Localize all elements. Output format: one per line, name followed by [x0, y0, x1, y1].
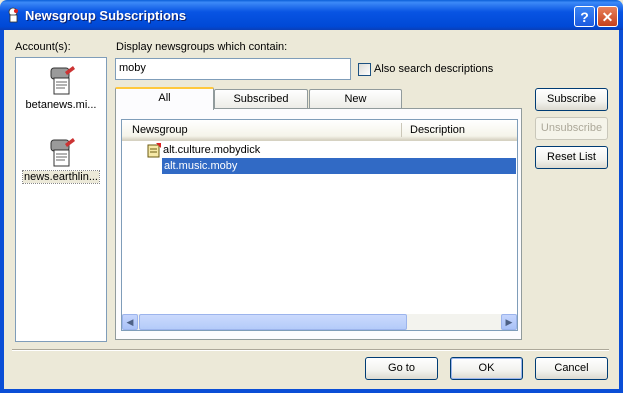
- list-item-selected[interactable]: alt.music.moby: [162, 158, 516, 174]
- newsgroup-name: alt.culture.mobydick: [163, 144, 261, 156]
- scroll-right-button[interactable]: ▶: [501, 314, 517, 330]
- list-item[interactable]: alt.culture.mobydick: [163, 142, 260, 158]
- tab-all[interactable]: All: [115, 87, 214, 110]
- column-header-description[interactable]: Description: [402, 120, 517, 139]
- filter-label: Display newsgroups which contain:: [116, 41, 288, 53]
- news-server-icon: [50, 66, 75, 95]
- also-search-descriptions-checkbox[interactable]: [358, 63, 371, 76]
- horizontal-scrollbar[interactable]: ◀ ▶: [122, 314, 517, 330]
- subscribe-button[interactable]: Subscribe: [535, 88, 608, 111]
- scroll-left-button[interactable]: ◀: [122, 314, 138, 330]
- subscribed-newsgroup-icon: [147, 143, 161, 158]
- newsgroup-name: alt.music.moby: [164, 160, 238, 172]
- search-input[interactable]: moby: [115, 58, 351, 80]
- window-frame-bottom: [0, 389, 623, 393]
- tab-new-label: New: [344, 93, 367, 105]
- tab-subscribed-label: Subscribed: [233, 93, 289, 105]
- account-label: betanews.mi...: [25, 99, 97, 111]
- close-button[interactable]: ✕: [597, 6, 618, 27]
- accounts-list[interactable]: betanews.mi... news.earthlin...: [15, 57, 107, 342]
- close-icon: ✕: [601, 9, 614, 25]
- unsubscribe-button[interactable]: Unsubscribe: [535, 117, 608, 140]
- ok-button[interactable]: OK: [450, 357, 523, 380]
- tab-new[interactable]: New: [309, 89, 402, 109]
- news-server-icon: [50, 138, 75, 167]
- help-icon: ?: [580, 9, 589, 25]
- footer-divider: [12, 349, 609, 351]
- help-button[interactable]: ?: [574, 6, 595, 27]
- goto-button[interactable]: Go to: [365, 357, 438, 380]
- accounts-label: Account(s):: [15, 41, 71, 53]
- newsgroup-list[interactable]: Newsgroup Description alt.culture.mobydi…: [121, 119, 518, 331]
- cancel-button[interactable]: Cancel: [535, 357, 608, 380]
- reset-list-button[interactable]: Reset List: [535, 146, 608, 169]
- tab-all-label: All: [158, 92, 171, 104]
- title-bar[interactable]: Newsgroup Subscriptions ? ✕: [0, 0, 623, 30]
- column-header-newsgroup[interactable]: Newsgroup: [124, 120, 402, 139]
- tab-subscribed[interactable]: Subscribed: [214, 89, 308, 109]
- account-item[interactable]: news.earthlin...: [18, 136, 104, 184]
- scroll-thumb[interactable]: [139, 314, 407, 330]
- scroll-left-icon: ◀: [126, 317, 134, 327]
- account-label: news.earthlin...: [22, 170, 100, 184]
- scroll-right-icon: ▶: [505, 317, 513, 327]
- window-title: Newsgroup Subscriptions: [25, 8, 187, 23]
- window-frame-right: [619, 30, 623, 393]
- list-header: Newsgroup Description: [122, 120, 517, 141]
- also-search-descriptions-label[interactable]: Also search descriptions: [374, 63, 493, 75]
- window-frame-left: [0, 30, 4, 393]
- account-item[interactable]: betanews.mi...: [18, 64, 104, 111]
- newsgroup-app-icon: [8, 7, 18, 23]
